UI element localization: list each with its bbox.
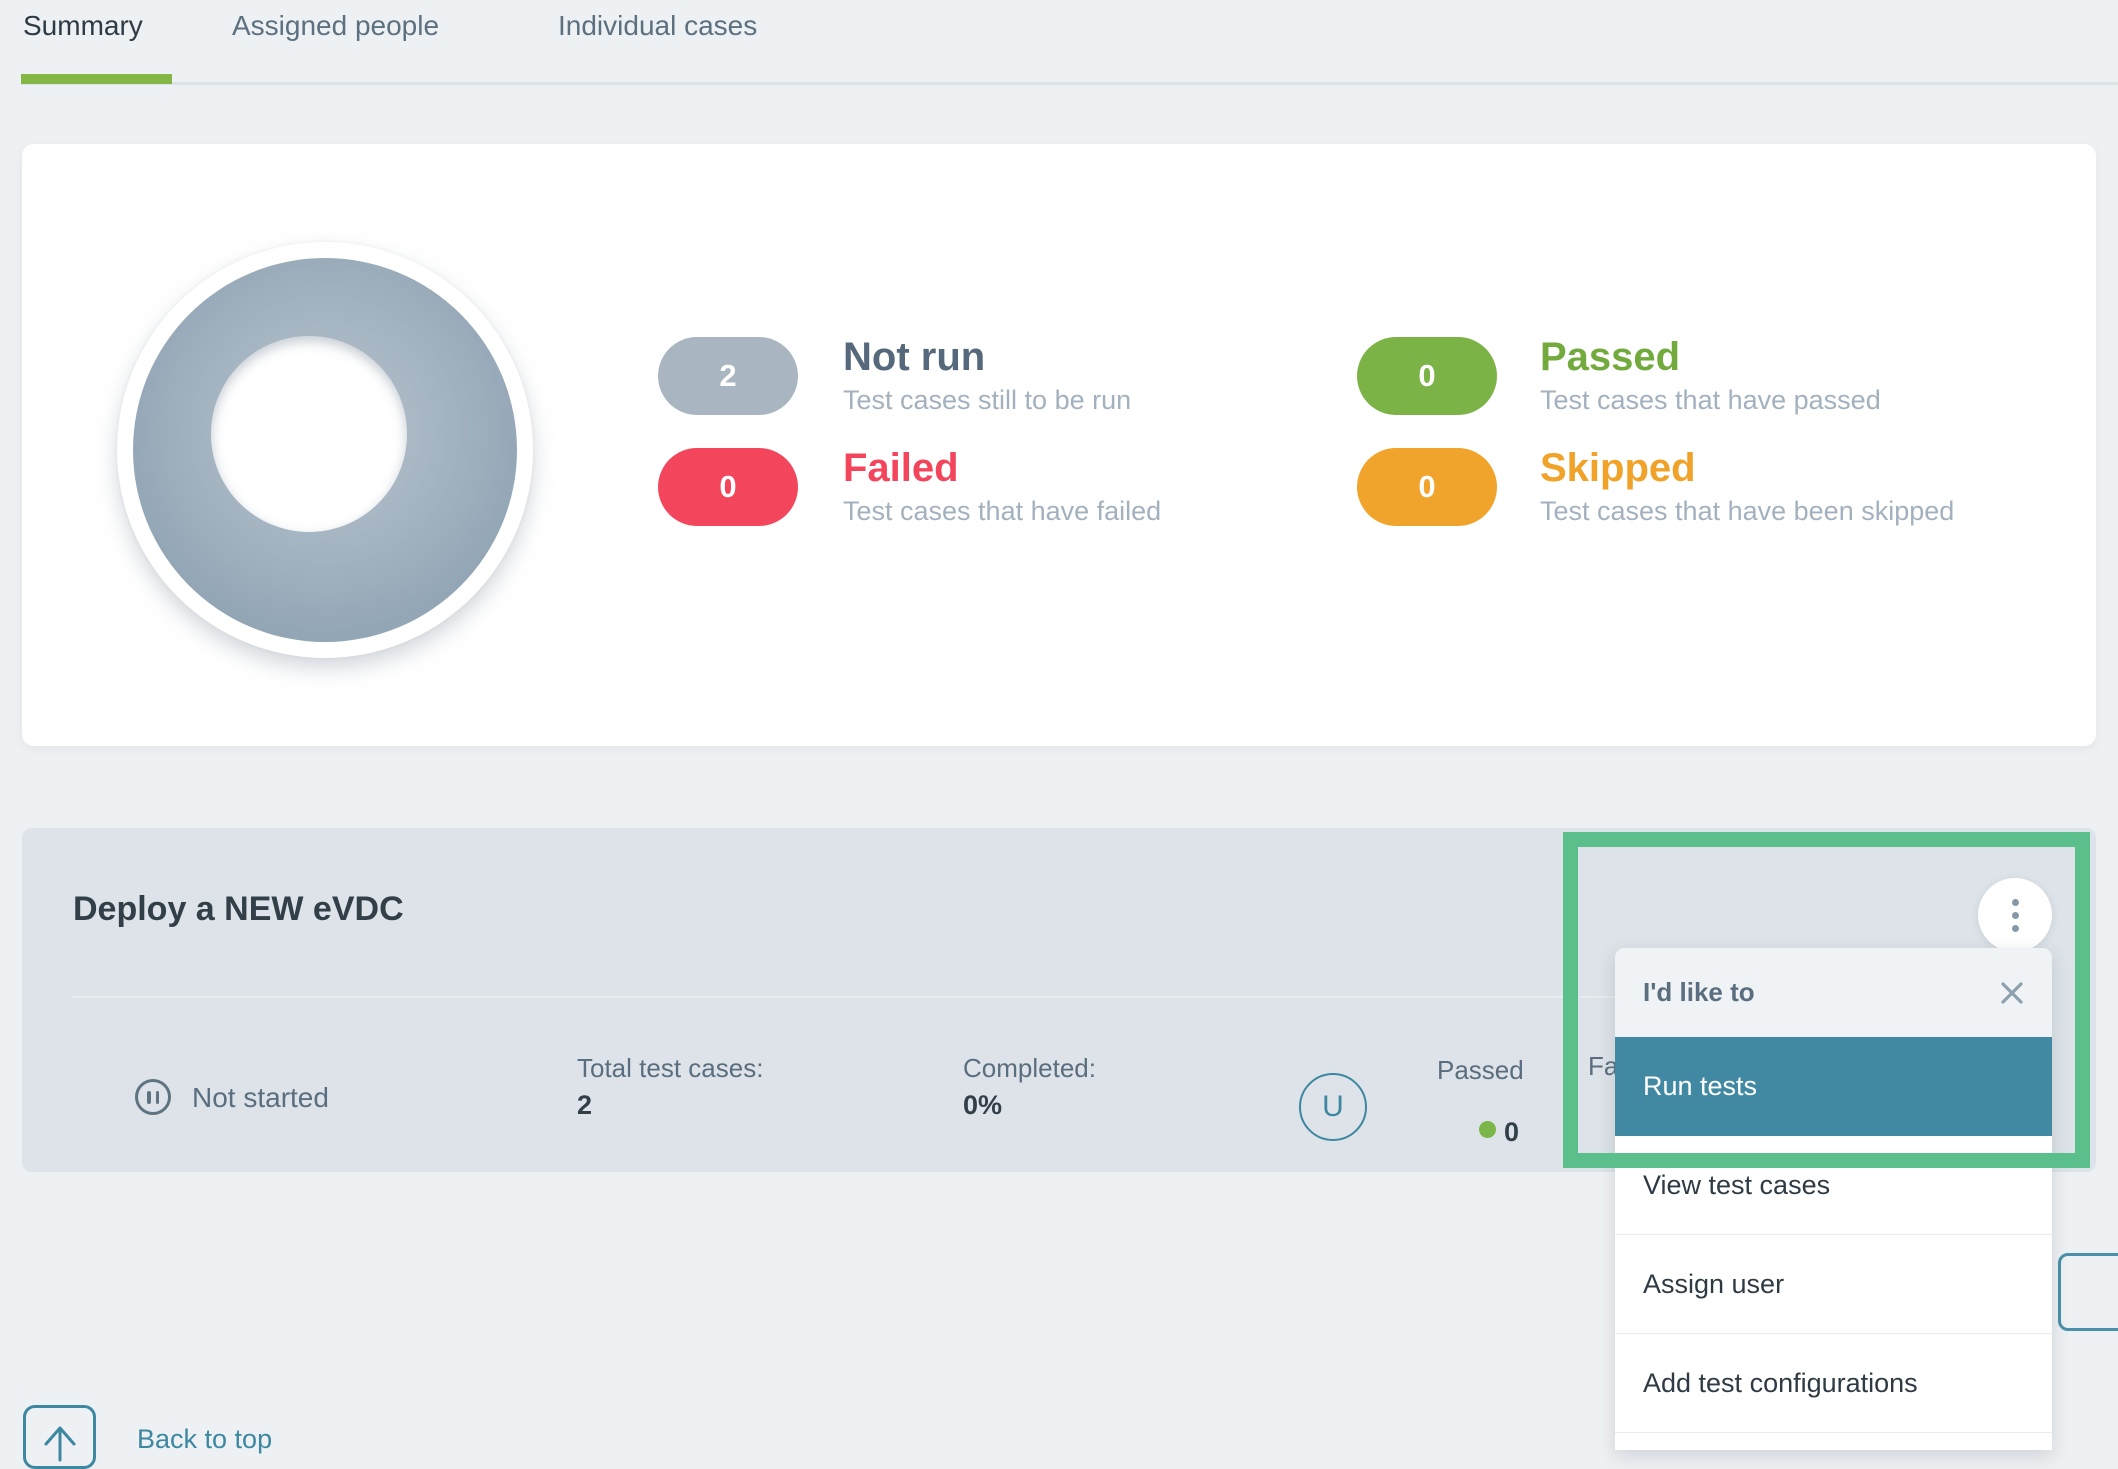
active-tab-indicator bbox=[21, 74, 172, 84]
cycle-status-text: Not started bbox=[192, 1082, 329, 1114]
failed-title: Failed bbox=[843, 445, 959, 491]
menu-item-assign-user[interactable]: Assign user bbox=[1615, 1235, 2052, 1334]
kebab-menu-button[interactable] bbox=[1978, 878, 2052, 952]
total-test-cases-label: Total test cases: bbox=[577, 1053, 763, 1084]
tab-bar-divider bbox=[21, 82, 2118, 85]
close-icon[interactable] bbox=[1996, 977, 2028, 1009]
passed-description: Test cases that have passed bbox=[1540, 385, 1881, 415]
tab-summary[interactable]: Summary bbox=[23, 10, 143, 42]
arrow-up-icon bbox=[37, 1418, 83, 1464]
completed-value: 0% bbox=[963, 1090, 1002, 1121]
failed-column-label-truncated: Fa bbox=[1588, 1051, 1618, 1082]
dropdown-header: I'd like to bbox=[1615, 948, 2052, 1037]
failed-description: Test cases that have failed bbox=[843, 496, 1161, 526]
hidden-action-button-fragment[interactable] bbox=[2058, 1253, 2118, 1331]
assigned-user-avatar[interactable]: U bbox=[1299, 1073, 1367, 1141]
passed-title: Passed bbox=[1540, 334, 1680, 380]
passed-status-dot bbox=[1479, 1121, 1496, 1138]
menu-item-run-tests[interactable]: Run tests bbox=[1615, 1037, 2052, 1136]
kebab-dot bbox=[2012, 899, 2019, 906]
summary-card bbox=[22, 144, 2096, 746]
cycle-title: Deploy a NEW eVDC bbox=[73, 890, 404, 929]
donut-hole bbox=[211, 336, 407, 532]
tab-individual-cases[interactable]: Individual cases bbox=[558, 10, 757, 42]
back-to-top-button[interactable] bbox=[23, 1405, 96, 1469]
skipped-description: Test cases that have been skipped bbox=[1540, 496, 1954, 526]
status-donut-chart bbox=[117, 242, 533, 658]
not-run-description: Test cases still to be run bbox=[843, 385, 1131, 415]
dropdown-header-label: I'd like to bbox=[1643, 977, 1755, 1008]
actions-dropdown-menu: I'd like to Run tests View test cases As… bbox=[1615, 948, 2052, 1450]
not-run-count-badge: 2 bbox=[658, 337, 798, 415]
passed-column-count: 0 bbox=[1504, 1117, 1519, 1148]
failed-count-badge: 0 bbox=[658, 448, 798, 526]
not-run-title: Not run bbox=[843, 334, 985, 380]
tab-assigned-people[interactable]: Assigned people bbox=[232, 10, 439, 42]
menu-item-view-test-cases[interactable]: View test cases bbox=[1615, 1136, 2052, 1235]
completed-label: Completed: bbox=[963, 1053, 1096, 1084]
passed-count-badge: 0 bbox=[1357, 337, 1497, 415]
menu-item-add-test-configurations[interactable]: Add test configurations bbox=[1615, 1334, 2052, 1433]
skipped-count-badge: 0 bbox=[1357, 448, 1497, 526]
total-test-cases-value: 2 bbox=[577, 1090, 592, 1121]
back-to-top-link[interactable]: Back to top bbox=[137, 1424, 272, 1455]
skipped-title: Skipped bbox=[1540, 445, 1696, 491]
passed-column-label: Passed bbox=[1437, 1055, 1524, 1086]
not-started-status-icon bbox=[135, 1079, 171, 1115]
